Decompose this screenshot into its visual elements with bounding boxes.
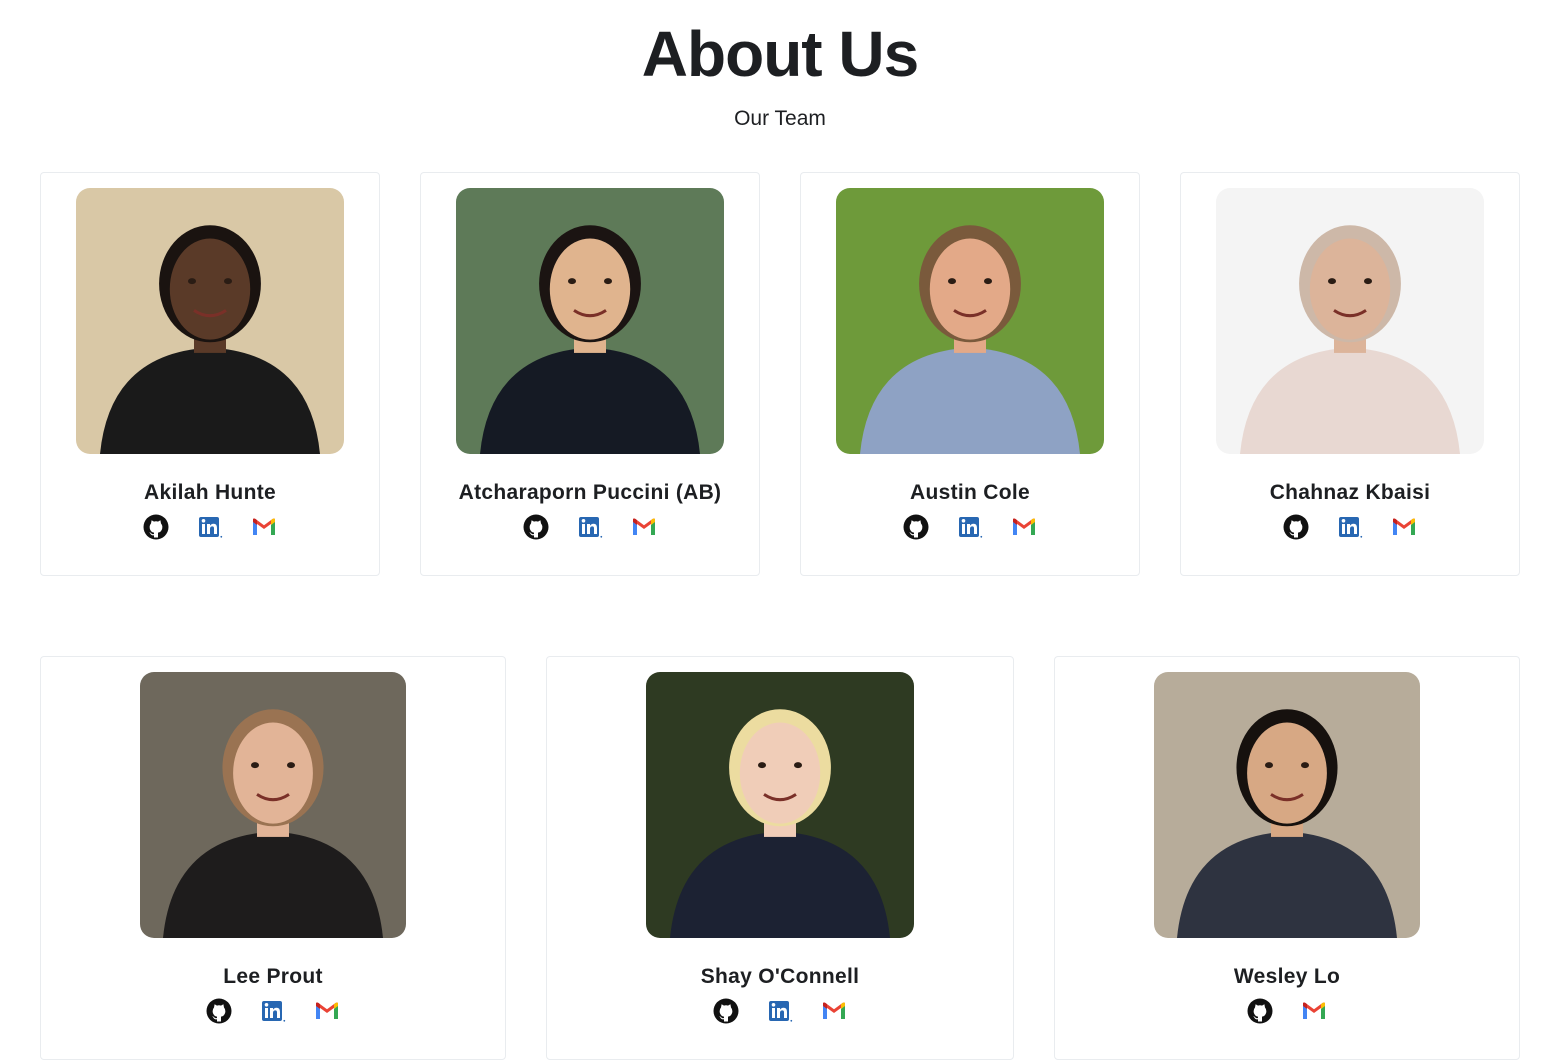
team-member-card: Lee Prout — [40, 656, 506, 1060]
member-photo — [1216, 188, 1484, 454]
member-photo — [646, 672, 914, 938]
member-links — [41, 513, 379, 541]
github-icon[interactable] — [522, 513, 550, 541]
github-icon[interactable] — [142, 513, 170, 541]
member-name: Austin Cole — [910, 481, 1030, 504]
linkedin-icon[interactable] — [196, 513, 224, 541]
member-photo — [1154, 672, 1420, 938]
team-member-card: Atcharaporn Puccini (AB) — [420, 172, 760, 576]
team-member-card: Shay O'Connell — [546, 656, 1014, 1060]
github-icon[interactable] — [1282, 513, 1310, 541]
member-links — [801, 513, 1139, 541]
gmail-icon[interactable] — [313, 997, 341, 1025]
member-links — [547, 997, 1013, 1025]
github-icon[interactable] — [712, 997, 740, 1025]
member-photo — [836, 188, 1104, 454]
page-subtitle: Our Team — [734, 107, 826, 130]
member-photo — [76, 188, 344, 454]
member-name: Chahnaz Kbaisi — [1269, 481, 1431, 504]
page-title: About Us — [641, 18, 919, 90]
gmail-icon[interactable] — [630, 513, 658, 541]
member-photo — [456, 188, 724, 454]
linkedin-icon[interactable] — [576, 513, 604, 541]
member-name: Wesley Lo — [1233, 965, 1341, 988]
linkedin-icon[interactable] — [259, 997, 287, 1025]
member-links — [1181, 513, 1519, 541]
team-member-card: Austin Cole — [800, 172, 1140, 576]
page-header: About Us Our Team — [0, 0, 1560, 132]
gmail-icon[interactable] — [250, 513, 278, 541]
gmail-icon[interactable] — [1300, 997, 1328, 1025]
member-links — [41, 997, 505, 1025]
linkedin-icon[interactable] — [766, 997, 794, 1025]
member-links — [1055, 997, 1519, 1025]
gmail-icon[interactable] — [1010, 513, 1038, 541]
member-name: Lee Prout — [223, 965, 323, 988]
team-member-card: Akilah Hunte — [40, 172, 380, 576]
github-icon[interactable] — [1246, 997, 1274, 1025]
member-photo — [140, 672, 406, 938]
github-icon[interactable] — [902, 513, 930, 541]
member-name: Akilah Hunte — [144, 481, 276, 504]
team-member-card: Wesley Lo — [1054, 656, 1520, 1060]
member-name: Atcharaporn Puccini (AB) — [458, 481, 722, 504]
gmail-icon[interactable] — [820, 997, 848, 1025]
linkedin-icon[interactable] — [956, 513, 984, 541]
github-icon[interactable] — [205, 997, 233, 1025]
member-name: Shay O'Connell — [700, 965, 860, 988]
member-links — [421, 513, 759, 541]
team-member-card: Chahnaz Kbaisi — [1180, 172, 1520, 576]
gmail-icon[interactable] — [1390, 513, 1418, 541]
linkedin-icon[interactable] — [1336, 513, 1364, 541]
